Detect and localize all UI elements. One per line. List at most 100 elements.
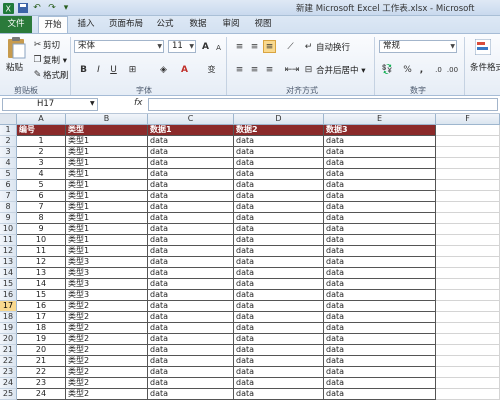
table-cell[interactable] xyxy=(436,246,500,257)
table-cell[interactable]: 6 xyxy=(17,191,66,202)
paste-button[interactable]: 粘贴 xyxy=(3,37,29,77)
fx-icon[interactable]: fx xyxy=(134,98,143,108)
undo-icon[interactable]: ↶ xyxy=(31,2,43,14)
formula-input[interactable] xyxy=(148,98,498,111)
table-cell[interactable]: data xyxy=(148,389,234,400)
column-header-d[interactable]: D xyxy=(234,114,324,125)
merge-center-button[interactable]: 合并后居中 ▾ xyxy=(316,64,365,76)
wrap-text-icon[interactable]: ↵ xyxy=(302,40,315,53)
table-cell[interactable]: data xyxy=(148,290,234,301)
table-cell[interactable]: data xyxy=(324,301,436,312)
format-painter-button[interactable]: 格式刷 xyxy=(43,69,69,81)
row-header[interactable]: 8 xyxy=(0,202,17,213)
table-cell[interactable]: data xyxy=(324,147,436,158)
font-size-dropdown[interactable]: 11 ▼ xyxy=(168,40,196,53)
table-cell[interactable]: 类型2 xyxy=(66,389,148,400)
table-cell[interactable]: data xyxy=(324,290,436,301)
table-cell[interactable]: data xyxy=(324,389,436,400)
row-header[interactable]: 16 xyxy=(0,290,17,301)
table-cell[interactable]: data xyxy=(234,378,324,389)
table-cell[interactable]: 类型2 xyxy=(66,323,148,334)
wrap-text-button[interactable]: 自动换行 xyxy=(316,41,350,53)
row-header[interactable]: 14 xyxy=(0,268,17,279)
row-header[interactable]: 6 xyxy=(0,180,17,191)
row-header[interactable]: 25 xyxy=(0,389,17,400)
copy-button[interactable]: 复制 ▾ xyxy=(43,54,67,66)
table-cell[interactable]: data xyxy=(234,345,324,356)
table-cell[interactable]: data xyxy=(324,334,436,345)
table-cell[interactable]: 类型1 xyxy=(66,136,148,147)
font-color-icon[interactable]: A xyxy=(178,63,191,76)
table-cell[interactable]: data xyxy=(148,312,234,323)
table-cell[interactable] xyxy=(436,235,500,246)
table-cell[interactable]: 19 xyxy=(17,334,66,345)
row-header[interactable]: 23 xyxy=(0,367,17,378)
table-cell[interactable]: data xyxy=(234,224,324,235)
table-cell[interactable]: data xyxy=(148,191,234,202)
table-cell[interactable]: 4 xyxy=(17,169,66,180)
table-cell[interactable]: data xyxy=(148,224,234,235)
row-header[interactable]: 2 xyxy=(0,136,17,147)
table-cell[interactable]: data xyxy=(234,389,324,400)
bold-button[interactable]: B xyxy=(77,63,90,76)
column-header-a[interactable]: A xyxy=(17,114,66,125)
table-cell[interactable]: data xyxy=(234,202,324,213)
tab-data[interactable]: 数据 xyxy=(184,16,212,33)
worksheet-grid[interactable]: A B C D E F 1 编号 类型 数据1 数据2 数据3 2 1 类型1 data data data 3 2 类… xyxy=(0,114,500,412)
table-cell[interactable] xyxy=(436,169,500,180)
table-cell[interactable]: data xyxy=(148,202,234,213)
increase-indent-icon[interactable]: ⇥ xyxy=(289,63,302,76)
table-cell[interactable]: 类型1 xyxy=(66,246,148,257)
table-cell[interactable]: 类型1 xyxy=(66,191,148,202)
table-cell[interactable]: data xyxy=(148,334,234,345)
table-cell[interactable]: 类型1 xyxy=(66,147,148,158)
table-cell[interactable]: data xyxy=(324,169,436,180)
header-cell[interactable]: 数据3 xyxy=(324,125,436,136)
table-cell[interactable] xyxy=(436,191,500,202)
table-cell[interactable]: data xyxy=(324,224,436,235)
header-cell[interactable]: 数据2 xyxy=(234,125,324,136)
table-cell[interactable]: data xyxy=(324,279,436,290)
table-cell[interactable]: data xyxy=(148,158,234,169)
row-header[interactable]: 13 xyxy=(0,257,17,268)
row-header[interactable]: 5 xyxy=(0,169,17,180)
column-header-c[interactable]: C xyxy=(148,114,234,125)
table-cell[interactable]: data xyxy=(148,323,234,334)
row-header[interactable]: 18 xyxy=(0,312,17,323)
table-cell[interactable]: 类型3 xyxy=(66,257,148,268)
table-cell[interactable]: data xyxy=(234,235,324,246)
phonetic-button[interactable]: 变 xyxy=(205,63,218,76)
column-header-f[interactable]: F xyxy=(436,114,500,125)
table-cell[interactable]: data xyxy=(324,323,436,334)
table-cell[interactable]: data xyxy=(234,279,324,290)
comma-button[interactable]: , xyxy=(415,63,428,76)
table-cell[interactable]: data xyxy=(148,180,234,191)
accounting-icon[interactable]: 💱 xyxy=(381,63,394,76)
table-cell[interactable]: data xyxy=(234,169,324,180)
table-cell[interactable] xyxy=(436,301,500,312)
table-cell[interactable]: data xyxy=(148,345,234,356)
header-cell[interactable]: 数据1 xyxy=(148,125,234,136)
table-cell[interactable]: 类型1 xyxy=(66,169,148,180)
table-cell[interactable]: 14 xyxy=(17,279,66,290)
table-cell[interactable]: data xyxy=(324,378,436,389)
table-cell[interactable]: 11 xyxy=(17,246,66,257)
table-cell[interactable]: 18 xyxy=(17,323,66,334)
table-cell[interactable]: 类型1 xyxy=(66,202,148,213)
table-cell[interactable]: 3 xyxy=(17,158,66,169)
table-cell[interactable]: data xyxy=(324,180,436,191)
row-header[interactable]: 3 xyxy=(0,147,17,158)
increase-decimal-icon[interactable]: .0 xyxy=(432,63,445,76)
table-cell[interactable] xyxy=(436,378,500,389)
customize-icon[interactable]: ▾ xyxy=(60,2,72,14)
table-cell[interactable]: data xyxy=(234,312,324,323)
redo-icon[interactable]: ↷ xyxy=(46,2,58,14)
column-header-e[interactable]: E xyxy=(324,114,436,125)
table-cell[interactable]: data xyxy=(234,147,324,158)
table-cell[interactable]: 类型3 xyxy=(66,290,148,301)
table-cell[interactable]: 5 xyxy=(17,180,66,191)
table-cell[interactable]: 17 xyxy=(17,312,66,323)
number-format-dropdown[interactable]: 常规 ▼ xyxy=(379,40,457,53)
row-header[interactable]: 10 xyxy=(0,224,17,235)
underline-button[interactable]: U xyxy=(107,63,120,76)
